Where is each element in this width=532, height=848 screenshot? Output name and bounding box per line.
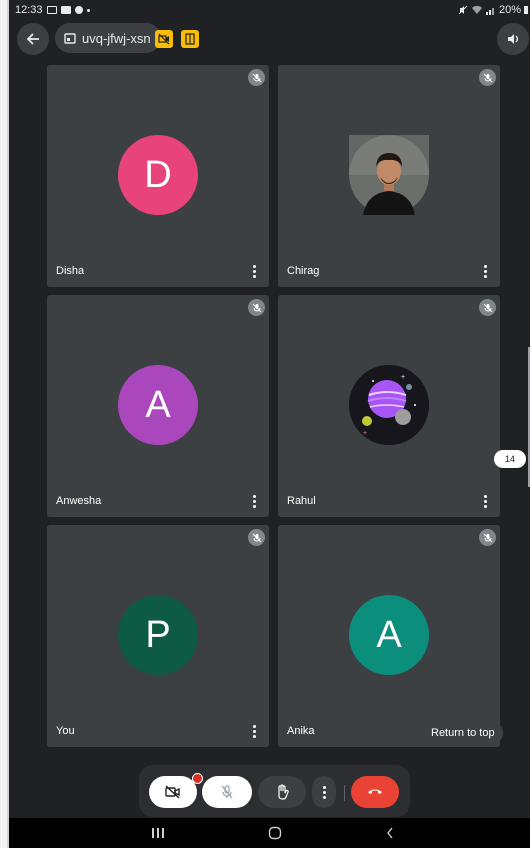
side-panel-edge[interactable]	[528, 347, 530, 487]
status-right: 20%	[458, 4, 528, 16]
meeting-code-button[interactable]: uvq-jfwj-xsn	[55, 23, 161, 53]
mic-off-icon	[248, 69, 265, 86]
avatar: A	[349, 595, 429, 675]
back-button[interactable]	[17, 23, 49, 55]
participant-name: Disha	[56, 265, 85, 277]
more-options-icon[interactable]	[479, 263, 491, 279]
account-notification-icon	[74, 6, 83, 14]
camera-off-chip-icon	[158, 33, 170, 45]
audio-output-button[interactable]	[497, 23, 529, 55]
participant-name: You	[56, 725, 75, 737]
window-edge	[0, 0, 9, 848]
status-left: 12:33	[15, 4, 90, 16]
participant-tile-you[interactable]: P You	[47, 525, 269, 747]
camera-off-icon	[165, 785, 180, 799]
alert-badge	[192, 773, 203, 784]
meet-screen: 12:33 20% uvq-jfwj-xsn D Disha Chirag A …	[9, 0, 530, 848]
participant-name: Chirag	[287, 265, 320, 277]
status-bar: 12:33 20%	[9, 0, 530, 22]
mic-off-icon	[479, 529, 496, 546]
svg-text:+: +	[401, 374, 405, 381]
avatar: P	[118, 595, 198, 675]
status-time: 12:33	[15, 4, 43, 16]
arrow-back-icon	[26, 33, 39, 45]
meeting-header: uvq-jfwj-xsn	[9, 22, 530, 56]
mic-off-icon	[479, 69, 496, 86]
more-options-icon[interactable]	[479, 493, 491, 509]
mute-status-icon	[458, 5, 468, 15]
participant-tile-chirag[interactable]: Chirag	[278, 65, 500, 287]
person-photo-icon	[349, 135, 429, 215]
call-controls	[139, 765, 410, 817]
more-options-button[interactable]	[312, 776, 336, 808]
more-notifications-icon	[86, 8, 90, 12]
more-options-icon[interactable]	[248, 263, 260, 279]
mic-toggle-button[interactable]	[202, 776, 252, 808]
avatar-planet: + +	[349, 365, 429, 445]
back-nav-icon[interactable]	[385, 826, 395, 843]
wifi-icon	[471, 5, 482, 15]
participant-tile-disha[interactable]: D Disha	[47, 65, 269, 287]
door-icon	[185, 33, 195, 45]
participant-name: Anwesha	[56, 495, 102, 507]
more-options-icon[interactable]	[248, 723, 260, 739]
participant-tile-anika[interactable]: A Anika	[278, 525, 500, 747]
end-call-button[interactable]	[351, 776, 399, 808]
camera-toggle-button[interactable]	[149, 773, 203, 808]
raise-hand-button[interactable]	[258, 776, 306, 808]
participant-name: Anika	[287, 725, 315, 737]
participant-tile-anwesha[interactable]: A Anwesha	[47, 295, 269, 517]
avatar-photo	[349, 135, 429, 215]
more-vert-icon	[322, 785, 326, 799]
calendar-icon	[64, 33, 76, 44]
return-to-top-button[interactable]: Return to top	[423, 721, 503, 745]
end-call-icon	[368, 789, 382, 794]
planet-icon: + +	[349, 365, 429, 445]
svg-text:+: +	[363, 430, 367, 437]
mic-off-icon	[479, 299, 496, 316]
avatar: A	[118, 365, 198, 445]
mic-off-icon	[221, 785, 233, 799]
participant-tile-rahul[interactable]: + + Rahul	[278, 295, 500, 517]
gallery-notification-icon	[46, 6, 57, 14]
app-notification-icon	[60, 6, 71, 14]
controls-divider	[344, 785, 345, 801]
recent-apps-icon[interactable]	[151, 826, 165, 842]
mic-off-icon	[248, 299, 265, 316]
camera-off-indicator[interactable]	[155, 30, 173, 48]
speaker-icon	[508, 34, 518, 44]
room-status-indicator[interactable]	[181, 30, 199, 48]
home-icon[interactable]	[268, 826, 282, 843]
more-options-icon[interactable]	[248, 493, 260, 509]
avatar: D	[118, 135, 198, 215]
hand-icon	[278, 784, 289, 800]
battery-icon	[524, 6, 528, 14]
battery-level: 20%	[498, 4, 521, 16]
signal-icon	[485, 8, 494, 15]
meeting-code: uvq-jfwj-xsn	[82, 30, 151, 46]
mic-off-icon	[248, 529, 265, 546]
system-nav-bar	[9, 818, 530, 848]
participant-count-badge[interactable]: 14	[494, 450, 526, 468]
participant-name: Rahul	[287, 495, 316, 507]
